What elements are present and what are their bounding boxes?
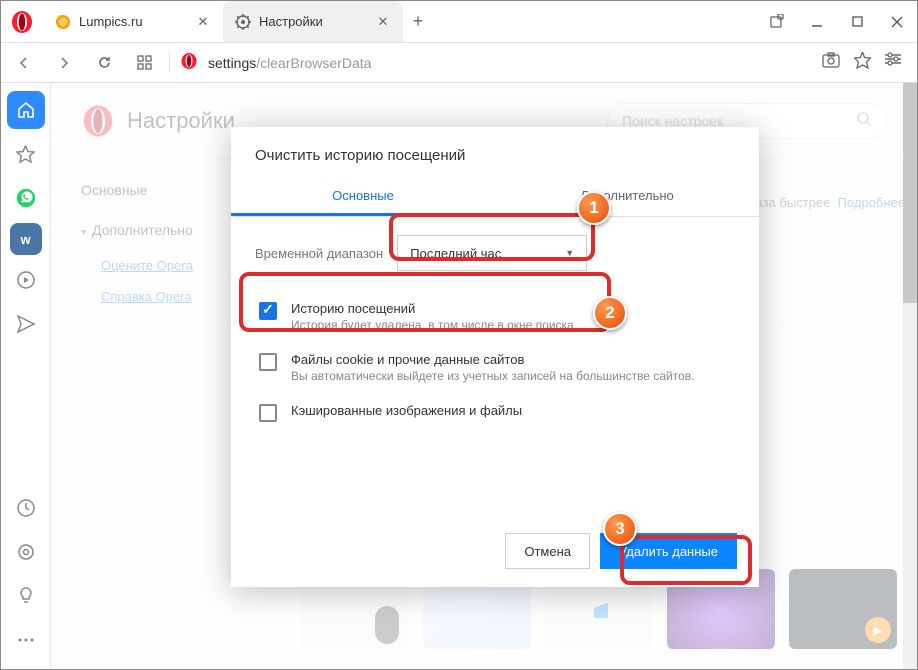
easy-setup-icon[interactable] [885,52,901,74]
tab-label: Lumpics.ru [79,14,143,29]
checkbox-cache[interactable] [259,404,277,422]
site-info-icon[interactable] [180,52,198,73]
snapshot-icon[interactable] [822,52,840,74]
close-tab-icon[interactable]: ✕ [195,14,211,30]
opera-menu-button[interactable] [1,1,43,43]
check-cookies[interactable]: Файлы cookie и прочие данные сайтов Вы а… [255,342,735,393]
minimize-button[interactable] [797,1,837,43]
checkbox-cookies[interactable] [259,353,277,371]
window-controls [757,1,917,43]
bookmark-icon[interactable] [854,52,871,74]
tab-lumpics[interactable]: Lumpics.ru ✕ [43,1,223,42]
sidebar-vk[interactable]: w [10,223,42,255]
check-title: Историю посещений [291,301,574,316]
back-button[interactable] [9,48,39,78]
check-sub: История будет удалена, в том числе в окн… [291,318,574,332]
cancel-button[interactable]: Отмена [505,533,590,569]
forward-button[interactable] [49,48,79,78]
checkbox-history[interactable] [259,302,277,320]
sidebar-bookmarks[interactable] [7,135,45,173]
favicon-lumpics-icon [55,14,71,30]
sidebar-whatsapp[interactable] [7,179,45,217]
close-tab-icon[interactable]: ✕ [375,14,391,30]
speed-dial-button[interactable] [129,48,159,78]
new-tab-button[interactable]: + [403,1,433,42]
sidebar-more[interactable] [7,621,45,659]
checklist: Историю посещений История будет удалена,… [231,281,759,442]
sidebar-messenger[interactable] [7,305,45,343]
check-title: Файлы cookie и прочие данные сайтов [291,352,694,367]
modal-tab-basic[interactable]: Основные [231,178,495,216]
modal-title: Очистить историю посещений [231,127,759,178]
marker-2: 2 [593,296,627,330]
sidebar-settings[interactable] [7,533,45,571]
url-text: settings/clearBrowserData [208,55,371,71]
scrollbar-thumb[interactable] [903,83,917,303]
marker-3: 3 [603,512,637,546]
modal-tabs: Основные Дополнительно [231,178,759,217]
tab-label: Настройки [259,14,323,29]
check-cache[interactable]: Кэшированные изображения и файлы [255,393,735,432]
favicon-settings-icon [235,14,251,30]
marker-1: 1 [577,191,611,225]
clear-data-modal: Очистить историю посещений Основные Допо… [231,127,759,587]
sidebar: w [1,83,51,669]
time-range-select[interactable]: Последний час [397,235,587,271]
browser-window: Lumpics.ru ✕ Настройки ✕ + [0,0,918,670]
titlebar: Lumpics.ru ✕ Настройки ✕ + [1,1,917,43]
sidebar-history[interactable] [7,489,45,527]
close-window-button[interactable] [877,1,917,43]
scrollbar[interactable] [903,83,917,669]
reload-button[interactable] [89,48,119,78]
check-history[interactable]: Историю посещений История будет удалена,… [255,291,735,342]
modal-tab-advanced[interactable]: Дополнительно [495,178,759,216]
opera-icon [10,10,34,34]
time-range-row: Временной диапазон Последний час [231,217,759,281]
tab-strip: Lumpics.ru ✕ Настройки ✕ + [43,1,757,42]
sidebar-tips[interactable] [7,577,45,615]
sidebar-player[interactable] [7,261,45,299]
check-title: Кэшированные изображения и файлы [291,403,522,418]
address-bar: settings/clearBrowserData [1,43,917,83]
extensions-icon[interactable] [757,1,797,43]
sidebar-home[interactable] [7,91,45,129]
maximize-button[interactable] [837,1,877,43]
url-field[interactable]: settings/clearBrowserData [180,52,812,73]
tab-settings[interactable]: Настройки ✕ [223,1,403,42]
check-sub: Вы автоматически выйдете из учетных запи… [291,369,694,383]
time-range-label: Временной диапазон [255,246,383,261]
